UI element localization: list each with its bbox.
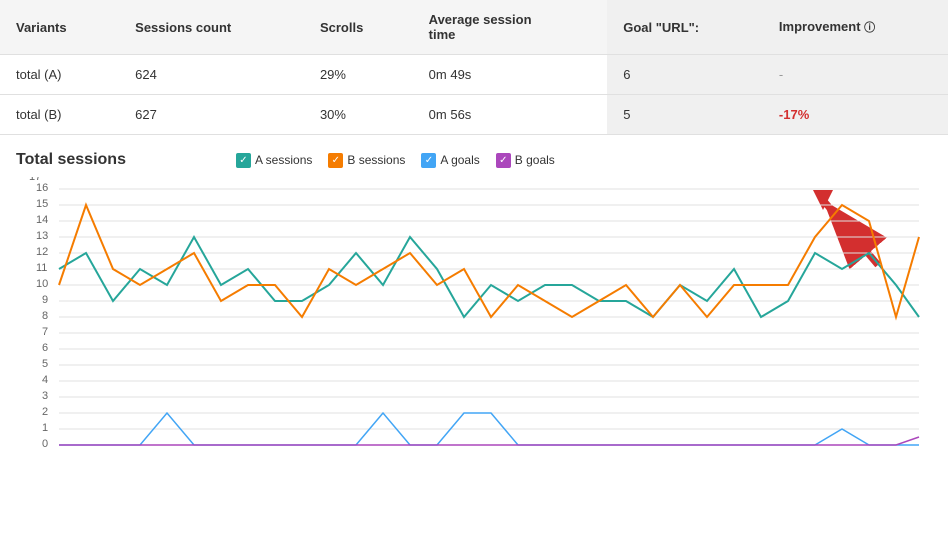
col-header-variants: Variants <box>0 0 119 55</box>
cell-avg-session-b: 0m 56s <box>413 95 608 135</box>
line-chart-svg: 0 1 2 3 4 5 6 7 8 9 10 11 12 13 14 15 16… <box>16 177 932 457</box>
svg-text:9: 9 <box>42 294 48 306</box>
chart-section: Total sessions ✓ A sessions ✓ B sessions… <box>0 135 948 457</box>
legend-a-sessions: ✓ A sessions <box>236 153 312 168</box>
cell-sessions-a: 624 <box>119 55 304 95</box>
b-sessions-checkbox-icon[interactable]: ✓ <box>328 153 343 168</box>
a-sessions-line <box>59 237 919 317</box>
legend-b-goals: ✓ B goals <box>496 153 555 168</box>
a-goals-label: A goals <box>440 153 479 167</box>
table-row: total (B) 627 30% 0m 56s 5 -17% <box>0 95 948 135</box>
cell-improvement-b: -17% <box>763 95 948 135</box>
main-container: Variants Sessions count Scrolls Average … <box>0 0 948 457</box>
svg-text:11: 11 <box>36 262 47 274</box>
chart-area: 0 1 2 3 4 5 6 7 8 9 10 11 12 13 14 15 16… <box>0 177 948 457</box>
cell-variant-b: total (B) <box>0 95 119 135</box>
cell-scrolls-b: 30% <box>304 95 413 135</box>
cell-goal-a: 6 <box>607 55 763 95</box>
svg-text:3: 3 <box>42 390 48 402</box>
col-header-avg-session: Average sessiontime <box>413 0 608 55</box>
cell-goal-b: 5 <box>607 95 763 135</box>
chart-title: Total sessions <box>16 151 216 169</box>
svg-text:16: 16 <box>36 182 48 194</box>
cell-sessions-b: 627 <box>119 95 304 135</box>
svg-text:7: 7 <box>42 326 48 338</box>
svg-text:4: 4 <box>42 374 48 386</box>
svg-text:10: 10 <box>36 278 48 290</box>
col-header-improvement: Improvement ⓘ <box>763 0 948 55</box>
results-table: Variants Sessions count Scrolls Average … <box>0 0 948 135</box>
svg-text:12: 12 <box>36 246 48 258</box>
b-sessions-line <box>59 205 919 317</box>
svg-text:1: 1 <box>42 422 48 434</box>
svg-text:17: 17 <box>29 177 41 183</box>
svg-text:15: 15 <box>36 198 48 210</box>
info-icon: ⓘ <box>864 22 875 34</box>
b-goals-label: B goals <box>515 153 555 167</box>
col-header-scrolls: Scrolls <box>304 0 413 55</box>
svg-text:14: 14 <box>36 214 48 226</box>
svg-text:13: 13 <box>36 230 48 242</box>
cell-scrolls-a: 29% <box>304 55 413 95</box>
col-header-sessions: Sessions count <box>119 0 304 55</box>
cell-avg-session-a: 0m 49s <box>413 55 608 95</box>
table-row: total (A) 624 29% 0m 49s 6 - <box>0 55 948 95</box>
table-container: Variants Sessions count Scrolls Average … <box>0 0 948 135</box>
cell-variant-a: total (A) <box>0 55 119 95</box>
legend-a-goals: ✓ A goals <box>421 153 479 168</box>
a-sessions-label: A sessions <box>255 153 312 167</box>
a-sessions-checkbox-icon[interactable]: ✓ <box>236 153 251 168</box>
svg-text:0: 0 <box>42 438 48 450</box>
svg-text:8: 8 <box>42 310 48 322</box>
svg-text:2: 2 <box>42 406 48 418</box>
col-header-goal: Goal "URL": <box>607 0 763 55</box>
b-sessions-label: B sessions <box>347 153 405 167</box>
svg-text:6: 6 <box>42 342 48 354</box>
legend-b-sessions: ✓ B sessions <box>328 153 405 168</box>
a-goals-checkbox-icon[interactable]: ✓ <box>421 153 436 168</box>
chart-legend: ✓ A sessions ✓ B sessions ✓ A goals ✓ B … <box>216 153 555 168</box>
b-goals-checkbox-icon[interactable]: ✓ <box>496 153 511 168</box>
svg-text:5: 5 <box>42 358 48 370</box>
cell-improvement-a: - <box>763 55 948 95</box>
